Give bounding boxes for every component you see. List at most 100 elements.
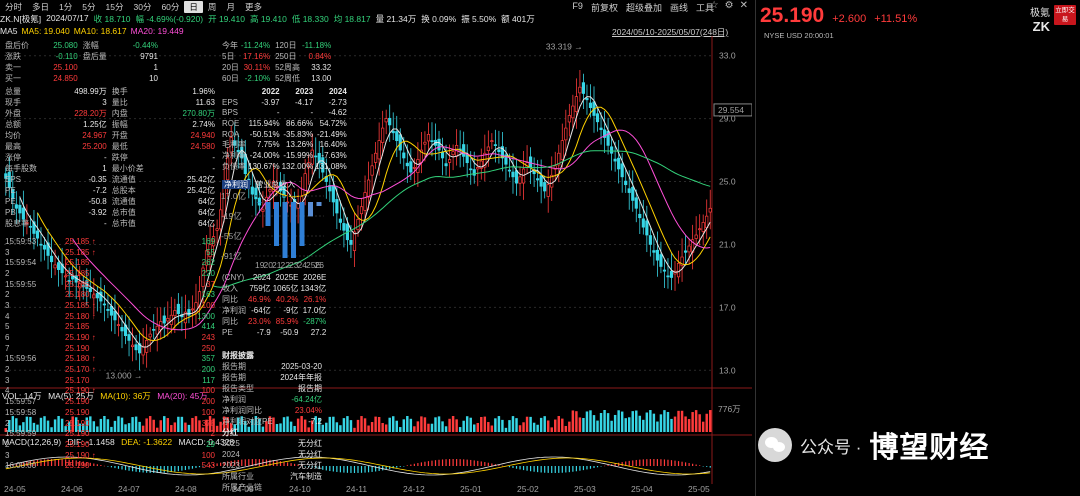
row-value: 30.11% — [243, 63, 271, 72]
volume-bar — [325, 422, 328, 432]
row-value: 25.200 — [82, 142, 107, 151]
macd-bar — [579, 466, 581, 471]
macd-bar — [508, 466, 511, 468]
tick-time: 5 — [5, 322, 10, 332]
tick-price: 25.185 — [65, 268, 90, 278]
tick-row: 15:59:53 25.185 ↑ 169 — [4, 236, 216, 247]
macd-bar — [339, 466, 341, 473]
report-row: 净利润对应PE -7.2 — [221, 416, 323, 427]
candle-body — [402, 152, 406, 159]
macd-bar — [438, 459, 440, 466]
row-value: -2.10% — [244, 74, 271, 83]
tick-time: 2 — [5, 439, 10, 449]
report-label: 净利润对应PE — [222, 417, 273, 426]
volume-bar — [691, 412, 694, 432]
report-value — [277, 350, 323, 361]
macd-bar — [417, 463, 419, 466]
row-label: 净利润 — [222, 305, 246, 315]
candle-body — [645, 220, 649, 236]
volume-bar — [391, 416, 395, 432]
candle-body — [659, 254, 663, 267]
rev-bar — [308, 202, 313, 217]
report-row: 报告类型 报告期 — [221, 383, 323, 394]
volume-bar — [589, 410, 592, 432]
tick-row: 2 25.170 ↑ 200 — [4, 364, 216, 375]
row-label: 最高 — [5, 142, 21, 151]
tick-volume: 357 — [201, 354, 215, 364]
candle-body — [423, 141, 427, 145]
tick-volume: 1300 — [197, 311, 215, 321]
candle-body — [490, 140, 494, 143]
macd-bar — [371, 466, 373, 472]
candle-body — [335, 199, 339, 214]
report-row: 净利润 -64.24亿 — [221, 394, 323, 405]
tick-price: 25.180 ↑ — [65, 290, 96, 300]
watermark-sub: 公众号 · — [800, 437, 862, 457]
candle-body — [588, 102, 593, 108]
macd-bar — [635, 459, 637, 466]
wechat-icon — [758, 428, 792, 462]
candle-body — [571, 105, 575, 119]
macd-bar — [681, 461, 683, 466]
row-value: 132.00% — [281, 162, 314, 172]
macd-bar — [364, 466, 366, 473]
volume-bar — [620, 411, 624, 432]
volume-bar — [670, 418, 673, 432]
revenue-tab[interactable]: 营业总收入 — [255, 180, 295, 189]
report-value: 无分红 — [298, 461, 322, 470]
row-value: 7.75% — [256, 140, 280, 150]
candle-body — [652, 250, 656, 253]
volume-bar — [599, 413, 603, 432]
table-row: 买一 24.850 10 — [4, 73, 159, 84]
table-row: ROE 115.94% 86.66% 54.72% — [221, 118, 348, 129]
macd-bar — [427, 461, 430, 466]
candle-body — [342, 223, 346, 231]
row-value: -35.83% — [283, 129, 314, 139]
macd-bar — [360, 466, 363, 473]
row-value-2: 24.580 — [190, 142, 215, 151]
report-label: 净利润同比 — [222, 406, 262, 415]
candle-body — [486, 146, 490, 152]
volume-bar — [525, 416, 529, 432]
volume-bar — [539, 417, 543, 432]
row-value: -4.17 — [294, 97, 314, 107]
macd-bar — [603, 465, 606, 467]
tick-row: 3 25.185 ↑ 55 — [4, 247, 216, 258]
net-profit-tab[interactable]: 净利润 — [222, 180, 250, 189]
macd-bar — [512, 466, 514, 469]
volume-bar — [346, 416, 349, 432]
macd-bar — [522, 466, 525, 471]
table-row: ROA -50.51% -35.83% -21.49% — [221, 129, 348, 140]
macd-bar — [473, 460, 475, 466]
date-axis: 24-05 24-06 24-07 24-08 24-09 24-10 24-11 24-12… — [0, 484, 752, 496]
macd-bar — [670, 460, 673, 466]
candle-body — [451, 151, 455, 156]
volume-bar — [455, 419, 458, 432]
row-value-2: - — [212, 164, 215, 173]
row-label: ROA — [222, 129, 240, 139]
tick-row: 16:00:00 25.190 543 — [4, 460, 216, 471]
tick-table[interactable]: 15:59:53 25.185 ↑ 169 3 25.185 ↑ 55 15:59:54 25… — [4, 236, 216, 471]
trade-now-button[interactable]: 立即交易 — [1054, 5, 1076, 25]
row-value: 498.99万 — [74, 87, 107, 96]
candle-body — [447, 159, 452, 163]
row-value: -7.63% — [321, 151, 347, 161]
tick-row: 4 25.190 ↑ 100 — [4, 386, 216, 397]
row-value: -0.110 — [55, 52, 78, 61]
volume-bar — [448, 418, 451, 432]
tick-row: 15:59:56 25.180 ↑ 357 — [4, 354, 216, 365]
macd-bar — [702, 466, 704, 467]
rev-bar — [291, 202, 296, 258]
candle-body — [655, 249, 659, 261]
candle-body — [634, 197, 638, 209]
row-label: 20日 — [222, 63, 239, 72]
row-value: -0.35 — [88, 175, 107, 184]
tick-time: 15:59:59 — [5, 429, 37, 439]
volume-bar — [532, 422, 536, 432]
row-value: 24.850 — [53, 74, 78, 83]
table-row: 5日 17.16% 250日 0.84% — [221, 51, 332, 62]
volume-bar — [462, 420, 465, 432]
table-row: 每手股数 1 最小价差 - — [4, 163, 216, 174]
tick-time: 2 — [5, 418, 10, 428]
row-label-2: 振幅 — [111, 120, 128, 129]
